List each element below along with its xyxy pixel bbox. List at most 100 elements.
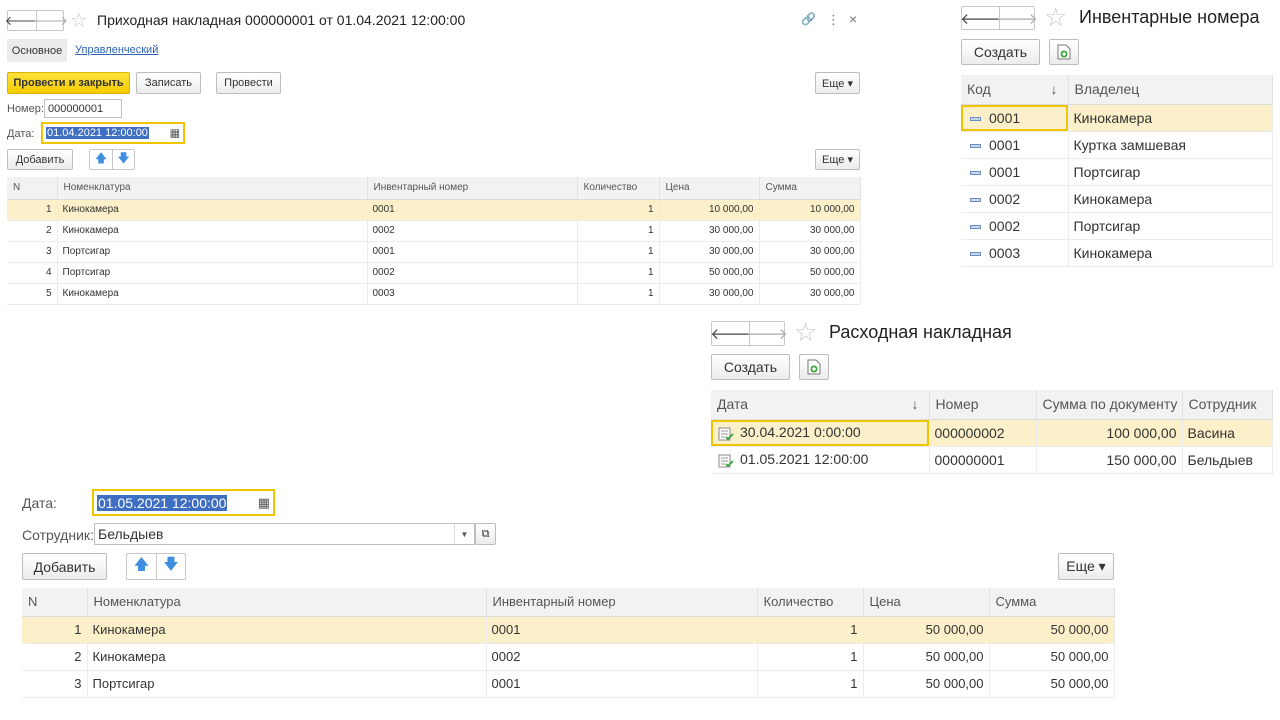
employee-cell[interactable]: Васина [1182,419,1273,447]
quantity-cell[interactable]: 1 [757,616,864,644]
sum-cell[interactable]: 50 000,00 [989,643,1115,671]
column-header-owner[interactable]: Владелец [1068,75,1273,105]
more-vertical-icon[interactable]: ⋮ [827,12,840,28]
table-row[interactable]: 2 Кинокамера 0002 1 50 000,00 50 000,00 [22,643,1115,671]
owner-cell[interactable]: Кинокамера [1068,104,1273,132]
employee-field[interactable]: Бельдыев ▼ [94,523,475,545]
table-row[interactable]: 1 Кинокамера 0001 1 10 000,00 10 000,00 [7,199,861,221]
quantity-cell[interactable]: 1 [577,283,660,305]
tab-main[interactable]: Основное [7,39,67,62]
expense-date-field[interactable]: 01.05.2021 12:00:00 ▦ [92,489,275,516]
sum-cell[interactable]: 50 000,00 [989,670,1115,698]
code-cell[interactable]: 0001 [961,104,1069,132]
open-form-icon[interactable]: ⧉ [475,523,496,545]
sort-down-icon[interactable]: ↓ [1051,81,1058,97]
quantity-cell[interactable]: 1 [757,670,864,698]
star-icon[interactable]: ☆ [1044,2,1067,33]
inventory-number-cell[interactable]: 0001 [367,199,578,221]
post-and-close-button[interactable]: Провести и закрыть [7,72,130,94]
expense-table-more-button[interactable]: Еще ▾ [1058,553,1114,580]
save-button[interactable]: Записать [136,72,201,94]
owner-cell[interactable]: Куртка замшевая [1068,131,1273,159]
table-row[interactable]: 3 Портсигар 0001 1 30 000,00 30 000,00 [7,241,861,263]
item-cell[interactable]: Портсигар [87,670,487,698]
quantity-cell[interactable]: 1 [577,262,660,284]
quantity-cell[interactable]: 1 [577,241,660,263]
add-button[interactable]: Добавить [7,149,73,170]
forward-arrow-icon[interactable]: 🡒 [747,322,788,345]
inventory-number-cell[interactable]: 0001 [486,616,758,644]
post-button[interactable]: Провести [216,72,281,94]
code-cell[interactable]: 0002 [961,212,1069,240]
tab-management[interactable]: Управленческий [75,44,158,56]
inventory-number-cell[interactable]: 0002 [486,643,758,671]
expense-create-button[interactable]: Создать [711,354,790,380]
document-sum-cell[interactable]: 100 000,00 [1036,419,1183,447]
date-cell[interactable]: 30.04.2021 0:00:00 [711,419,930,447]
column-header-sum[interactable]: Сумма по документу [1036,390,1183,420]
document-sum-cell[interactable]: 150 000,00 [1036,446,1183,474]
column-header-code[interactable]: Код ↓ [961,75,1069,105]
inventory-number-cell[interactable]: 0001 [486,670,758,698]
expense-add-button[interactable]: Добавить [22,553,107,580]
item-cell[interactable]: Кинокамера [87,616,487,644]
sum-cell[interactable]: 30 000,00 [759,283,861,305]
column-header[interactable]: Сумма [759,177,861,200]
inventory-number-cell[interactable]: 0003 [367,283,578,305]
column-header[interactable]: Количество [757,588,864,617]
item-cell[interactable]: Кинокамера [87,643,487,671]
table-row[interactable]: 2 Кинокамера 0002 1 30 000,00 30 000,00 [7,220,861,242]
column-header[interactable]: Инвентарный номер [367,177,578,200]
table-row[interactable]: 5 Кинокамера 0003 1 30 000,00 30 000,00 [7,283,861,305]
back-arrow-icon[interactable]: 🡐 [5,11,40,30]
column-header-date[interactable]: Дата ↓ [711,390,930,420]
code-cell[interactable]: 0003 [961,239,1069,267]
item-cell[interactable]: Кинокамера [57,220,368,242]
move-up-icon[interactable]: 🡅 [90,150,112,169]
item-cell[interactable]: Кинокамера [57,283,368,305]
sum-cell[interactable]: 50 000,00 [989,616,1115,644]
table-row[interactable]: 0001 Куртка замшевая [961,131,1273,159]
table-row[interactable]: 3 Портсигар 0001 1 50 000,00 50 000,00 [22,670,1115,698]
column-header[interactable]: Сумма [989,588,1115,617]
column-header[interactable]: Номенклатура [87,588,487,617]
column-header[interactable]: N [22,588,88,617]
inventory-number-cell[interactable]: 0001 [367,241,578,263]
owner-cell[interactable]: Портсигар [1068,212,1273,240]
price-cell[interactable]: 10 000,00 [659,199,760,221]
number-cell[interactable]: 000000001 [929,446,1037,474]
copy-document-icon[interactable] [799,354,829,380]
code-cell[interactable]: 0002 [961,185,1069,213]
price-cell[interactable]: 50 000,00 [863,670,990,698]
copy-document-icon[interactable] [1049,39,1079,65]
inventory-number-cell[interactable]: 0002 [367,220,578,242]
column-header[interactable]: N [7,177,58,200]
forward-arrow-icon[interactable]: 🡒 [33,11,68,30]
owner-cell[interactable]: Кинокамера [1068,185,1273,213]
table-row[interactable]: 01.05.2021 12:00:00 000000001 150 000,00… [711,446,1273,474]
number-cell[interactable]: 000000002 [929,419,1037,447]
calendar-icon[interactable]: ▦ [258,495,270,511]
date-field[interactable]: 01.04.2021 12:00:00 ▦ [41,122,185,144]
star-icon[interactable]: ☆ [794,317,817,348]
table-row[interactable]: 0002 Портсигар [961,212,1273,240]
number-field[interactable]: 000000001 [44,99,122,118]
table-row[interactable]: 30.04.2021 0:00:00 000000002 100 000,00 … [711,419,1273,447]
star-icon[interactable]: ☆ [70,8,88,33]
table-row[interactable]: 0001 Портсигар [961,158,1273,186]
sort-down-icon[interactable]: ↓ [912,396,919,412]
close-icon[interactable]: × [849,11,857,27]
table-row[interactable]: 0003 Кинокамера [961,239,1273,267]
item-cell[interactable]: Портсигар [57,241,368,263]
sum-cell[interactable]: 30 000,00 [759,220,861,242]
item-cell[interactable]: Кинокамера [57,199,368,221]
link-icon[interactable]: 🔗 [801,12,816,26]
more-button[interactable]: Еще ▾ [815,72,860,94]
inventory-number-cell[interactable]: 0002 [367,262,578,284]
owner-cell[interactable]: Портсигар [1068,158,1273,186]
price-cell[interactable]: 50 000,00 [863,616,990,644]
inventory-create-button[interactable]: Создать [961,39,1040,65]
column-header-employee[interactable]: Сотрудник [1182,390,1273,420]
code-cell[interactable]: 0001 [961,158,1069,186]
price-cell[interactable]: 50 000,00 [863,643,990,671]
